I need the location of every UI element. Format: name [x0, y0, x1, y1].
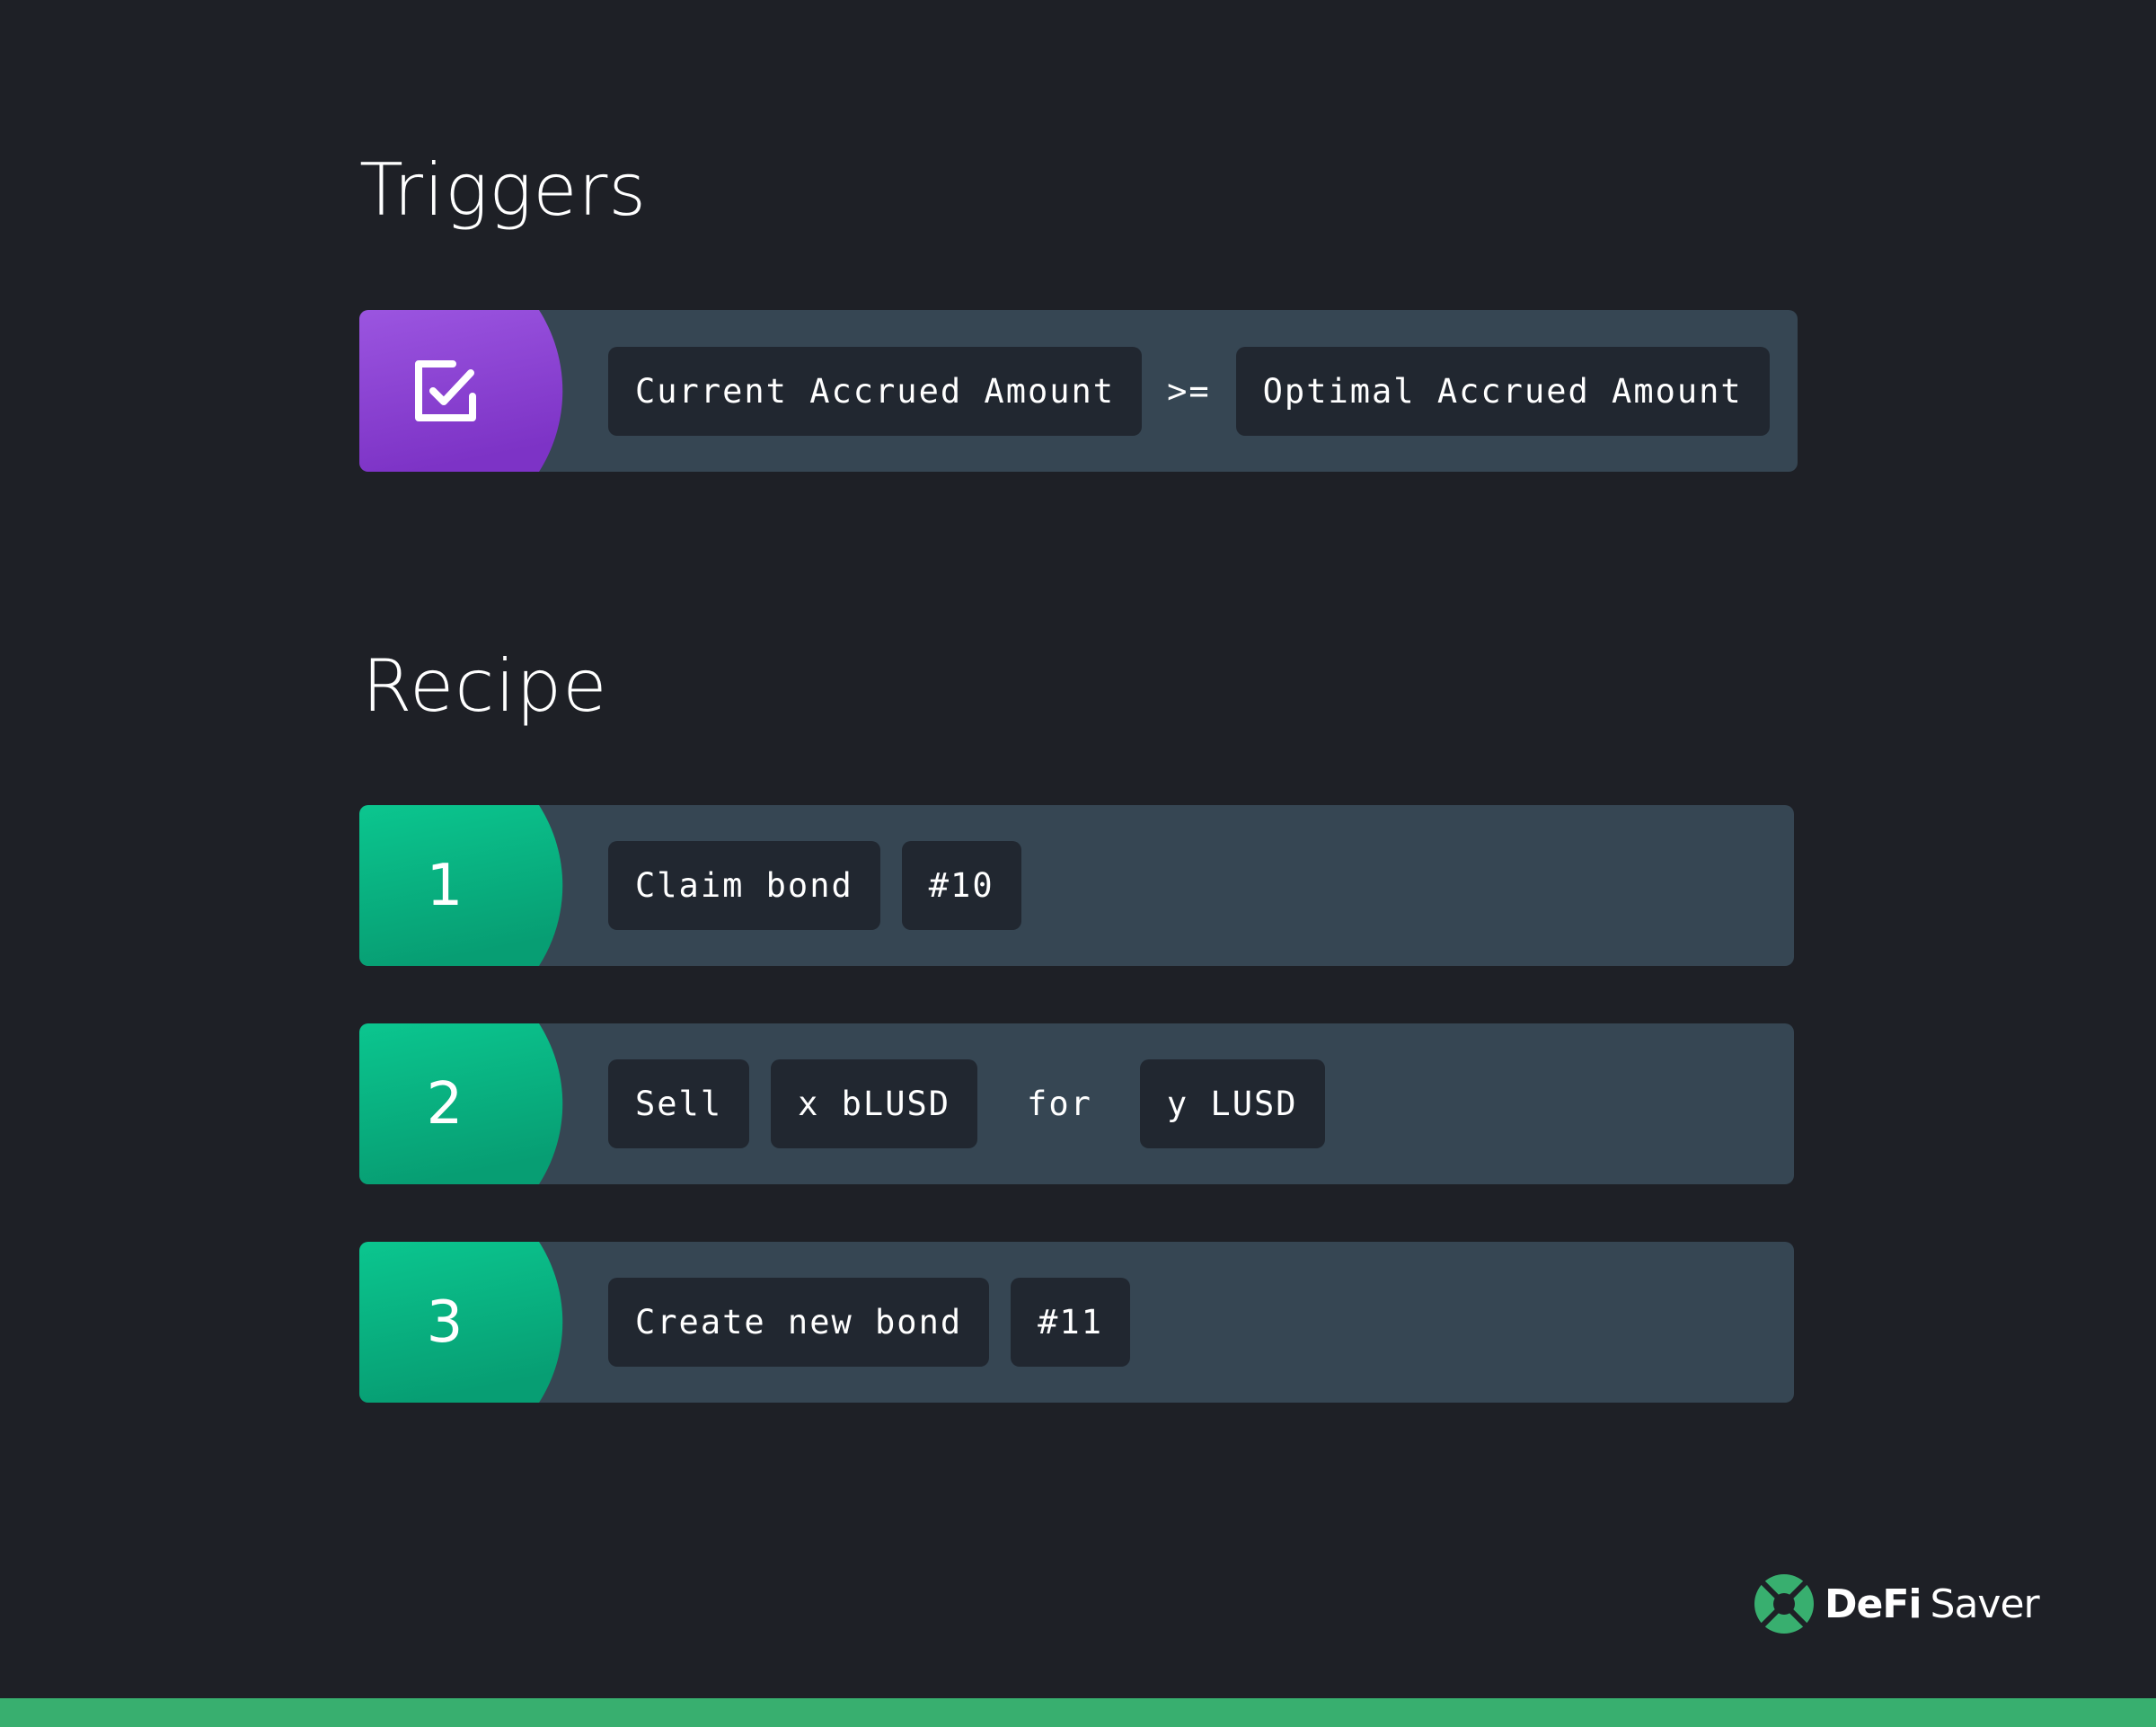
- bond-id-pill[interactable]: #10: [901, 841, 1021, 930]
- step-number: 1: [426, 852, 464, 919]
- triggers-heading: Triggers: [359, 148, 648, 232]
- step-actions: Claim bond #10: [608, 805, 1021, 966]
- action-pill[interactable]: Sell: [608, 1059, 750, 1148]
- step-badge: 3: [359, 1242, 566, 1403]
- brand-logo: DeFi Saver: [1754, 1574, 2040, 1634]
- trigger-condition: Current Accrued Amount >= Optimal Accrue…: [608, 310, 1770, 472]
- sell-amount-pill[interactable]: x bLUSD: [771, 1059, 978, 1148]
- trigger-right-operand[interactable]: Optimal Accrued Amount: [1235, 346, 1770, 436]
- recipe-step[interactable]: 3 Create new bond #11: [359, 1242, 1794, 1403]
- lifebuoy-icon: [1754, 1574, 1814, 1634]
- bottom-accent-bar: [0, 1698, 2156, 1727]
- checkbox-checked-icon: [415, 360, 476, 421]
- step-actions: Create new bond #11: [608, 1242, 1130, 1403]
- brand-name-bold: DeFi: [1825, 1581, 1922, 1627]
- step-number: 3: [426, 1289, 464, 1356]
- connector-text: for: [1027, 1085, 1092, 1123]
- step-actions: Sell x bLUSD for y LUSD: [608, 1023, 1325, 1184]
- step-badge: 1: [359, 805, 566, 966]
- trigger-left-operand[interactable]: Current Accrued Amount: [608, 346, 1143, 436]
- trigger-operator: >=: [1167, 371, 1211, 411]
- buy-amount-pill[interactable]: y LUSD: [1139, 1059, 1325, 1148]
- brand-name: DeFi Saver: [1825, 1581, 2040, 1627]
- step-badge: 2: [359, 1023, 566, 1184]
- trigger-row[interactable]: Current Accrued Amount >= Optimal Accrue…: [359, 310, 1798, 472]
- recipe-heading: Recipe: [362, 644, 608, 728]
- trigger-badge: [359, 310, 566, 472]
- recipe-step[interactable]: 1 Claim bond #10: [359, 805, 1794, 966]
- step-number: 2: [426, 1070, 464, 1138]
- bond-id-pill[interactable]: #11: [1011, 1278, 1130, 1367]
- action-pill[interactable]: Claim bond: [608, 841, 880, 930]
- brand-name-light: Saver: [1930, 1581, 2040, 1627]
- recipe-step[interactable]: 2 Sell x bLUSD for y LUSD: [359, 1023, 1794, 1184]
- action-pill[interactable]: Create new bond: [608, 1278, 990, 1367]
